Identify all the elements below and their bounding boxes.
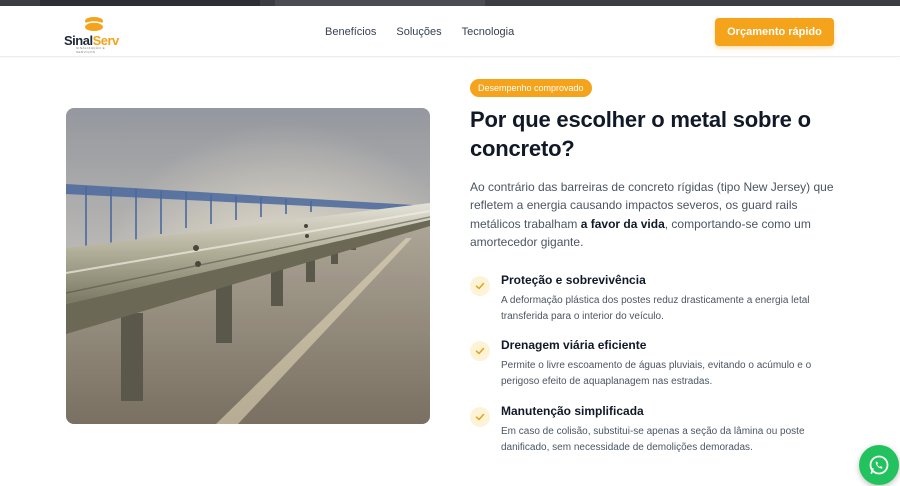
nav-item-solucoes[interactable]: Soluções bbox=[396, 25, 441, 39]
check-icon bbox=[470, 276, 490, 296]
brand-logo[interactable]: SinalServ SINALIZAÇÃO E SERVIÇOS bbox=[64, 16, 124, 54]
guardrail-photo bbox=[66, 108, 430, 424]
logo-mark-icon bbox=[84, 17, 104, 31]
whatsapp-icon bbox=[869, 455, 889, 475]
quick-quote-button[interactable]: Orçamento rápido bbox=[715, 18, 834, 46]
nav-item-beneficios[interactable]: Benefícios bbox=[325, 25, 376, 39]
feature-title: Manutenção simplificada bbox=[501, 404, 644, 418]
performance-badge: Desempenho comprovado bbox=[470, 79, 592, 97]
nav-item-tecnologia[interactable]: Tecnologia bbox=[462, 25, 515, 39]
feature-description: Em caso de colisão, substitui-se apenas … bbox=[501, 426, 805, 453]
check-icon bbox=[470, 407, 490, 427]
feature-title: Proteção e sobrevivência bbox=[501, 273, 646, 287]
check-icon bbox=[470, 341, 490, 361]
feature-description: Permite o livre escoamento de águas pluv… bbox=[501, 360, 812, 387]
lead-highlight: a favor da vida bbox=[580, 216, 665, 231]
main-nav: Benefícios Soluções Tecnologia bbox=[325, 25, 514, 39]
feature-description: A deformação plástica dos postes reduz d… bbox=[501, 295, 810, 322]
brand-tagline: SINALIZAÇÃO E SERVIÇOS bbox=[76, 46, 106, 54]
section-title: Por que escolher o metal sobre o concret… bbox=[470, 107, 811, 161]
feature-title: Drenagem viária eficiente bbox=[501, 338, 647, 352]
whatsapp-button[interactable] bbox=[859, 445, 899, 485]
site-header: SinalServ SINALIZAÇÃO E SERVIÇOS Benefíc… bbox=[0, 6, 900, 57]
guardrail-image bbox=[66, 108, 430, 424]
section-lead: Ao contrário das barreiras de concreto r… bbox=[470, 180, 834, 249]
